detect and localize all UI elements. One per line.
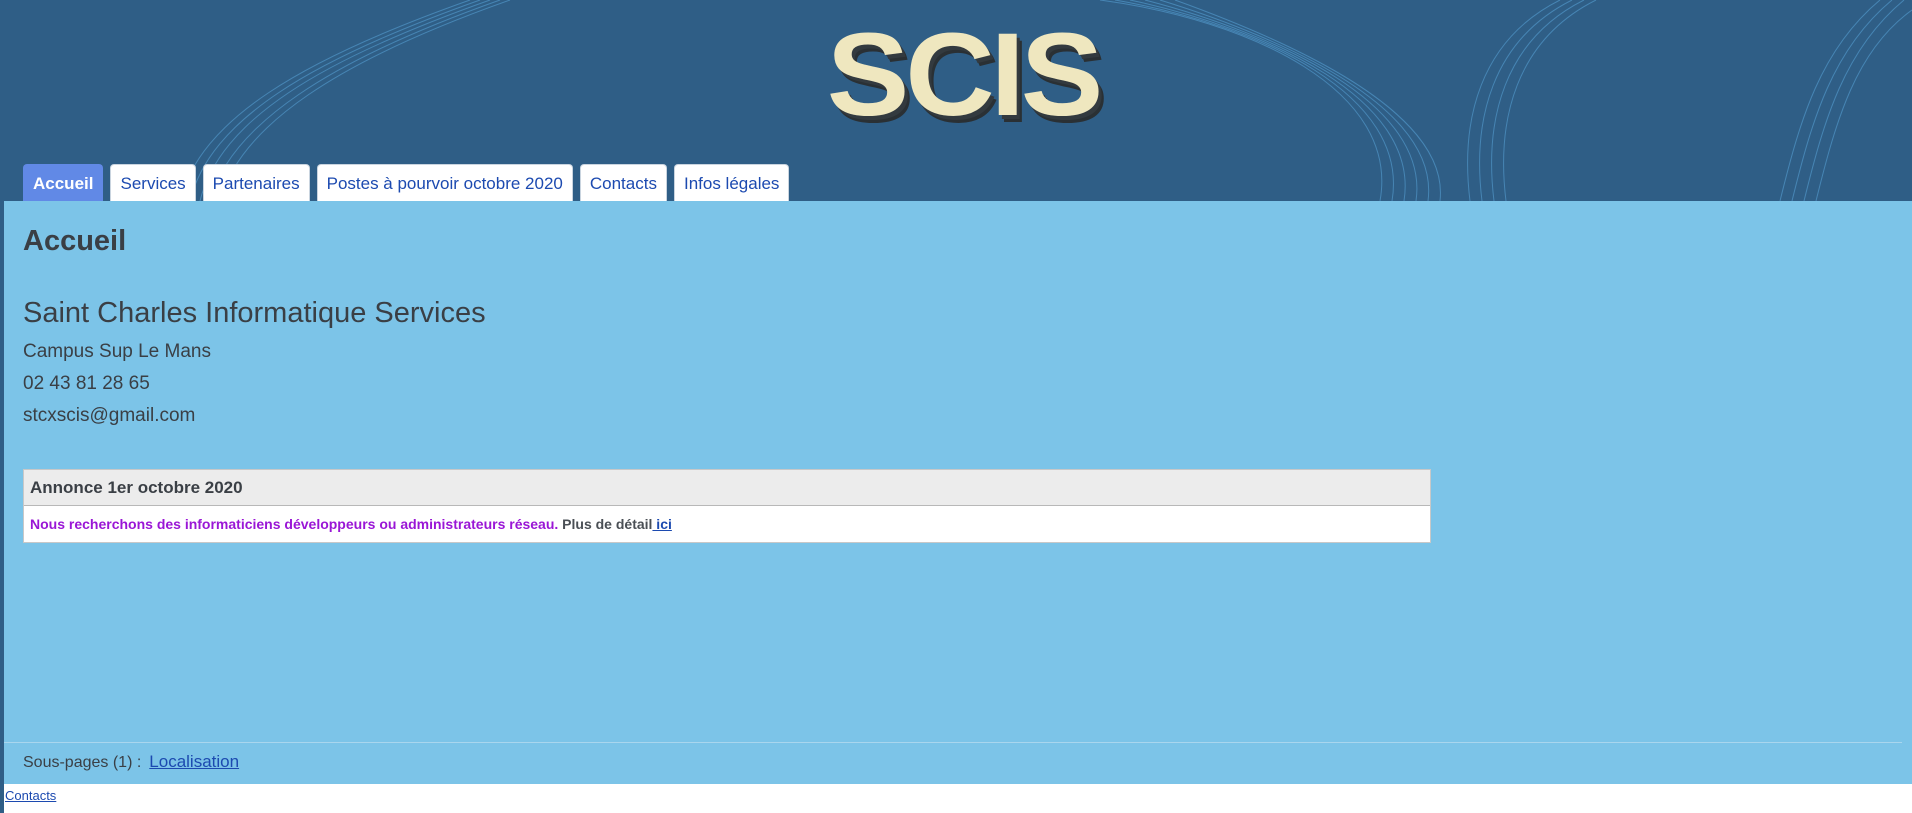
announcement-more-text: Plus de détail (558, 516, 653, 532)
subpages-label: Sous-pages (1) : (23, 754, 142, 771)
main-navigation: Accueil Services Partenaires Postes à po… (23, 164, 790, 201)
subpages-divider (4, 742, 1902, 743)
company-address: Campus Sup Le Mans (23, 341, 211, 362)
site-footer: Contacts (4, 784, 1912, 813)
announcement-title: Annonce 1er octobre 2020 (24, 470, 1430, 506)
logo-text: SCIS (826, 9, 1104, 141)
company-email: stcxscis@gmail.com (23, 405, 196, 426)
page-title: Accueil (23, 225, 127, 257)
tab-postes[interactable]: Postes à pourvoir octobre 2020 (316, 164, 573, 201)
announcement-highlight: Nous recherchons des informaticiens déve… (30, 516, 559, 532)
company-phone: 02 43 81 28 65 (23, 373, 150, 394)
tab-accueil[interactable]: Accueil (23, 164, 104, 201)
footer-contacts-link[interactable]: Contacts (5, 788, 56, 803)
page: SCIS Accueil Services Partenaires Postes… (0, 0, 1912, 813)
site-header: SCIS Accueil Services Partenaires Postes… (0, 0, 1912, 201)
tab-infos-legales[interactable]: Infos légales (673, 164, 790, 201)
announcement-body: Nous recherchons des informaticiens déve… (24, 506, 1430, 542)
subpages: Sous-pages (1) : Localisation (23, 752, 239, 772)
announcement-box: Annonce 1er octobre 2020 Nous recherchon… (23, 469, 1431, 543)
tab-partenaires[interactable]: Partenaires (202, 164, 310, 201)
subpage-link-localisation[interactable]: Localisation (149, 752, 239, 771)
tab-contacts[interactable]: Contacts (579, 164, 667, 201)
announcement-details-link[interactable]: ici (652, 516, 672, 532)
main-content: Accueil Saint Charles Informatique Servi… (4, 201, 1912, 784)
scis-logo: SCIS (808, 10, 1118, 162)
tab-services[interactable]: Services (110, 164, 196, 201)
company-name: Saint Charles Informatique Services (23, 297, 486, 329)
